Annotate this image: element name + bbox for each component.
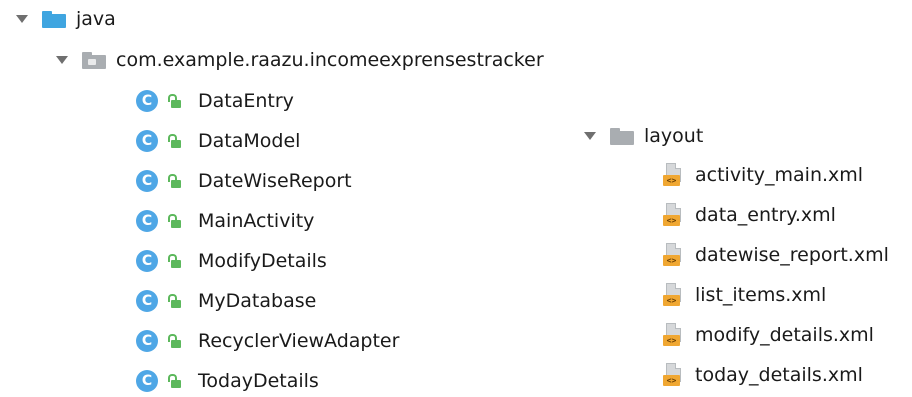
class-icon: C bbox=[136, 370, 158, 392]
public-lock-icon bbox=[168, 93, 182, 109]
class-icon: C bbox=[136, 130, 158, 152]
tree-node-class[interactable]: C DateWiseReport bbox=[136, 166, 352, 196]
public-lock-icon bbox=[168, 373, 182, 389]
folder-icon bbox=[610, 127, 634, 145]
xml-file-icon: <> bbox=[663, 283, 685, 307]
xml-file-icon: <> bbox=[663, 323, 685, 347]
tree-node-label: datewise_report.xml bbox=[695, 244, 889, 266]
tree-node-layout[interactable]: layout bbox=[584, 121, 703, 151]
class-icon: C bbox=[136, 170, 158, 192]
package-icon bbox=[82, 51, 106, 69]
tree-node-label: MyDatabase bbox=[198, 290, 317, 312]
class-icon: C bbox=[136, 290, 158, 312]
tree-node-label: modify_details.xml bbox=[695, 324, 874, 346]
xml-file-icon: <> bbox=[663, 243, 685, 267]
tree-node-label: activity_main.xml bbox=[695, 164, 864, 186]
tree-node-class[interactable]: C MainActivity bbox=[136, 206, 314, 236]
chevron-down-icon[interactable] bbox=[16, 15, 28, 23]
tree-node-xml-file[interactable]: <> activity_main.xml bbox=[663, 160, 863, 190]
class-icon: C bbox=[136, 250, 158, 272]
tree-node-xml-file[interactable]: <> datewise_report.xml bbox=[663, 240, 889, 270]
tree-node-class[interactable]: C DataModel bbox=[136, 126, 300, 156]
tree-node-label: java bbox=[76, 8, 116, 30]
tree-node-label: today_details.xml bbox=[695, 364, 863, 386]
class-icon: C bbox=[136, 330, 158, 352]
public-lock-icon bbox=[168, 333, 182, 349]
tree-node-class[interactable]: C MyDatabase bbox=[136, 286, 316, 316]
folder-icon bbox=[42, 10, 66, 28]
tree-node-label: RecyclerViewAdapter bbox=[198, 330, 400, 352]
tree-node-xml-file[interactable]: <> list_items.xml bbox=[663, 280, 826, 310]
xml-file-icon: <> bbox=[663, 203, 685, 227]
tree-node-label: DateWiseReport bbox=[198, 170, 352, 192]
tree-node-label: com.example.raazu.incomeexprensestracker bbox=[116, 49, 544, 71]
xml-file-icon: <> bbox=[663, 163, 685, 187]
public-lock-icon bbox=[168, 173, 182, 189]
tree-node-label: DataModel bbox=[198, 130, 301, 152]
tree-node-label: data_entry.xml bbox=[695, 204, 836, 226]
tree-node-label: MainActivity bbox=[198, 210, 315, 232]
public-lock-icon bbox=[168, 133, 182, 149]
tree-node-java[interactable]: java bbox=[16, 4, 116, 34]
tree-node-label: TodayDetails bbox=[198, 370, 319, 392]
tree-node-xml-file[interactable]: <> today_details.xml bbox=[663, 360, 863, 390]
xml-file-icon: <> bbox=[663, 363, 685, 387]
tree-node-label: layout bbox=[644, 125, 704, 147]
tree-node-label: DataEntry bbox=[198, 90, 294, 112]
tree-node-class[interactable]: C ModifyDetails bbox=[136, 246, 327, 276]
public-lock-icon bbox=[168, 213, 182, 229]
class-icon: C bbox=[136, 90, 158, 112]
tree-node-xml-file[interactable]: <> data_entry.xml bbox=[663, 200, 836, 230]
tree-node-label: list_items.xml bbox=[695, 284, 827, 306]
tree-node-class[interactable]: C TodayDetails bbox=[136, 366, 319, 396]
chevron-down-icon[interactable] bbox=[584, 132, 596, 140]
tree-node-class[interactable]: C DataEntry bbox=[136, 86, 294, 116]
tree-node-xml-file[interactable]: <> modify_details.xml bbox=[663, 320, 874, 350]
tree-node-class[interactable]: C RecyclerViewAdapter bbox=[136, 326, 399, 356]
public-lock-icon bbox=[168, 293, 182, 309]
chevron-down-icon[interactable] bbox=[56, 56, 68, 64]
tree-node-label: ModifyDetails bbox=[198, 250, 327, 272]
tree-node-package[interactable]: com.example.raazu.incomeexprensestracker bbox=[56, 45, 544, 75]
class-icon: C bbox=[136, 210, 158, 232]
public-lock-icon bbox=[168, 253, 182, 269]
